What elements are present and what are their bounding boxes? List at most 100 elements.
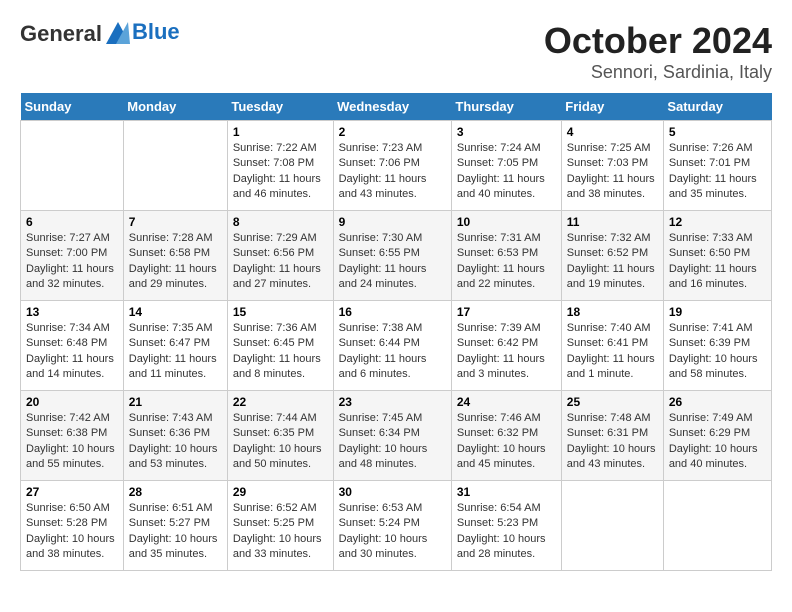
day-info: Sunrise: 7:27 AM Sunset: 7:00 PM Dayligh… (26, 231, 118, 293)
calendar-cell: 27 Sunrise: 6:50 AM Sunset: 5:28 PM Dayl… (21, 481, 124, 571)
day-info: Sunrise: 6:52 AM Sunset: 5:25 PM Dayligh… (233, 501, 328, 563)
calendar-cell: 26 Sunrise: 7:49 AM Sunset: 6:29 PM Dayl… (663, 391, 771, 481)
daylight: Daylight: 10 hours and 28 minutes. (457, 533, 546, 560)
sunrise: Sunrise: 7:40 AM (567, 322, 651, 334)
daylight: Daylight: 11 hours and 16 minutes. (669, 263, 757, 290)
sunset: Sunset: 6:56 PM (233, 247, 314, 259)
title-block: October 2024 Sennori, Sardinia, Italy (544, 20, 772, 83)
daylight: Daylight: 10 hours and 30 minutes. (339, 533, 428, 560)
day-number: 6 (26, 215, 118, 229)
daylight: Daylight: 10 hours and 38 minutes. (26, 533, 115, 560)
calendar-cell: 10 Sunrise: 7:31 AM Sunset: 6:53 PM Dayl… (451, 211, 561, 301)
daylight: Daylight: 11 hours and 29 minutes. (129, 263, 217, 290)
sunrise: Sunrise: 7:32 AM (567, 232, 651, 244)
day-number: 8 (233, 215, 328, 229)
day-info: Sunrise: 7:39 AM Sunset: 6:42 PM Dayligh… (457, 321, 556, 383)
sunset: Sunset: 6:47 PM (129, 337, 210, 349)
header-tuesday: Tuesday (227, 93, 333, 121)
day-info: Sunrise: 7:30 AM Sunset: 6:55 PM Dayligh… (339, 231, 446, 293)
calendar-cell: 7 Sunrise: 7:28 AM Sunset: 6:58 PM Dayli… (123, 211, 227, 301)
day-number: 25 (567, 395, 658, 409)
day-info: Sunrise: 7:31 AM Sunset: 6:53 PM Dayligh… (457, 231, 556, 293)
day-info: Sunrise: 7:24 AM Sunset: 7:05 PM Dayligh… (457, 141, 556, 203)
day-info: Sunrise: 6:51 AM Sunset: 5:27 PM Dayligh… (129, 501, 222, 563)
sunset: Sunset: 6:50 PM (669, 247, 750, 259)
daylight: Daylight: 11 hours and 32 minutes. (26, 263, 114, 290)
calendar-cell: 9 Sunrise: 7:30 AM Sunset: 6:55 PM Dayli… (333, 211, 451, 301)
day-number: 4 (567, 125, 658, 139)
day-number: 26 (669, 395, 766, 409)
day-info: Sunrise: 6:50 AM Sunset: 5:28 PM Dayligh… (26, 501, 118, 563)
sunrise: Sunrise: 7:44 AM (233, 412, 317, 424)
day-info: Sunrise: 7:22 AM Sunset: 7:08 PM Dayligh… (233, 141, 328, 203)
calendar-cell: 11 Sunrise: 7:32 AM Sunset: 6:52 PM Dayl… (561, 211, 663, 301)
daylight: Daylight: 10 hours and 33 minutes. (233, 533, 322, 560)
day-number: 5 (669, 125, 766, 139)
sunset: Sunset: 5:27 PM (129, 517, 210, 529)
daylight: Daylight: 11 hours and 38 minutes. (567, 173, 655, 200)
sunrise: Sunrise: 7:34 AM (26, 322, 110, 334)
day-number: 29 (233, 485, 328, 499)
day-number: 22 (233, 395, 328, 409)
day-number: 20 (26, 395, 118, 409)
calendar-cell (123, 121, 227, 211)
sunset: Sunset: 6:45 PM (233, 337, 314, 349)
daylight: Daylight: 11 hours and 19 minutes. (567, 263, 655, 290)
sunset: Sunset: 7:08 PM (233, 157, 314, 169)
day-number: 27 (26, 485, 118, 499)
logo: General Blue (20, 20, 180, 48)
sunset: Sunset: 6:34 PM (339, 427, 420, 439)
sunrise: Sunrise: 7:23 AM (339, 142, 423, 154)
sunrise: Sunrise: 7:38 AM (339, 322, 423, 334)
calendar-cell: 23 Sunrise: 7:45 AM Sunset: 6:34 PM Dayl… (333, 391, 451, 481)
sunrise: Sunrise: 7:35 AM (129, 322, 213, 334)
calendar-cell: 17 Sunrise: 7:39 AM Sunset: 6:42 PM Dayl… (451, 301, 561, 391)
calendar-cell: 25 Sunrise: 7:48 AM Sunset: 6:31 PM Dayl… (561, 391, 663, 481)
calendar-cell: 15 Sunrise: 7:36 AM Sunset: 6:45 PM Dayl… (227, 301, 333, 391)
day-info: Sunrise: 7:40 AM Sunset: 6:41 PM Dayligh… (567, 321, 658, 383)
day-info: Sunrise: 7:29 AM Sunset: 6:56 PM Dayligh… (233, 231, 328, 293)
daylight: Daylight: 10 hours and 48 minutes. (339, 443, 428, 470)
day-info: Sunrise: 7:49 AM Sunset: 6:29 PM Dayligh… (669, 411, 766, 473)
sunset: Sunset: 7:01 PM (669, 157, 750, 169)
calendar-header-row: SundayMondayTuesdayWednesdayThursdayFrid… (21, 93, 772, 121)
daylight: Daylight: 10 hours and 35 minutes. (129, 533, 218, 560)
daylight: Daylight: 11 hours and 24 minutes. (339, 263, 427, 290)
page-title: October 2024 (544, 20, 772, 62)
calendar-cell: 4 Sunrise: 7:25 AM Sunset: 7:03 PM Dayli… (561, 121, 663, 211)
calendar-cell: 18 Sunrise: 7:40 AM Sunset: 6:41 PM Dayl… (561, 301, 663, 391)
day-number: 28 (129, 485, 222, 499)
daylight: Daylight: 11 hours and 27 minutes. (233, 263, 321, 290)
sunset: Sunset: 6:55 PM (339, 247, 420, 259)
sunrise: Sunrise: 7:46 AM (457, 412, 541, 424)
day-info: Sunrise: 7:43 AM Sunset: 6:36 PM Dayligh… (129, 411, 222, 473)
logo-text-general: General (20, 21, 102, 47)
day-number: 3 (457, 125, 556, 139)
sunrise: Sunrise: 6:52 AM (233, 502, 317, 514)
sunset: Sunset: 6:31 PM (567, 427, 648, 439)
calendar-cell (561, 481, 663, 571)
sunrise: Sunrise: 7:28 AM (129, 232, 213, 244)
calendar-cell: 14 Sunrise: 7:35 AM Sunset: 6:47 PM Dayl… (123, 301, 227, 391)
logo-icon (106, 22, 130, 50)
day-number: 13 (26, 305, 118, 319)
daylight: Daylight: 10 hours and 53 minutes. (129, 443, 218, 470)
sunset: Sunset: 6:42 PM (457, 337, 538, 349)
sunset: Sunset: 6:29 PM (669, 427, 750, 439)
day-info: Sunrise: 7:44 AM Sunset: 6:35 PM Dayligh… (233, 411, 328, 473)
sunrise: Sunrise: 7:33 AM (669, 232, 753, 244)
daylight: Daylight: 10 hours and 55 minutes. (26, 443, 115, 470)
sunset: Sunset: 6:58 PM (129, 247, 210, 259)
calendar-cell: 2 Sunrise: 7:23 AM Sunset: 7:06 PM Dayli… (333, 121, 451, 211)
sunrise: Sunrise: 7:25 AM (567, 142, 651, 154)
sunrise: Sunrise: 6:50 AM (26, 502, 110, 514)
calendar-table: SundayMondayTuesdayWednesdayThursdayFrid… (20, 93, 772, 571)
calendar-week-row: 27 Sunrise: 6:50 AM Sunset: 5:28 PM Dayl… (21, 481, 772, 571)
day-info: Sunrise: 7:41 AM Sunset: 6:39 PM Dayligh… (669, 321, 766, 383)
daylight: Daylight: 10 hours and 45 minutes. (457, 443, 546, 470)
calendar-week-row: 1 Sunrise: 7:22 AM Sunset: 7:08 PM Dayli… (21, 121, 772, 211)
sunrise: Sunrise: 7:41 AM (669, 322, 753, 334)
calendar-cell: 6 Sunrise: 7:27 AM Sunset: 7:00 PM Dayli… (21, 211, 124, 301)
day-number: 24 (457, 395, 556, 409)
sunset: Sunset: 7:00 PM (26, 247, 107, 259)
